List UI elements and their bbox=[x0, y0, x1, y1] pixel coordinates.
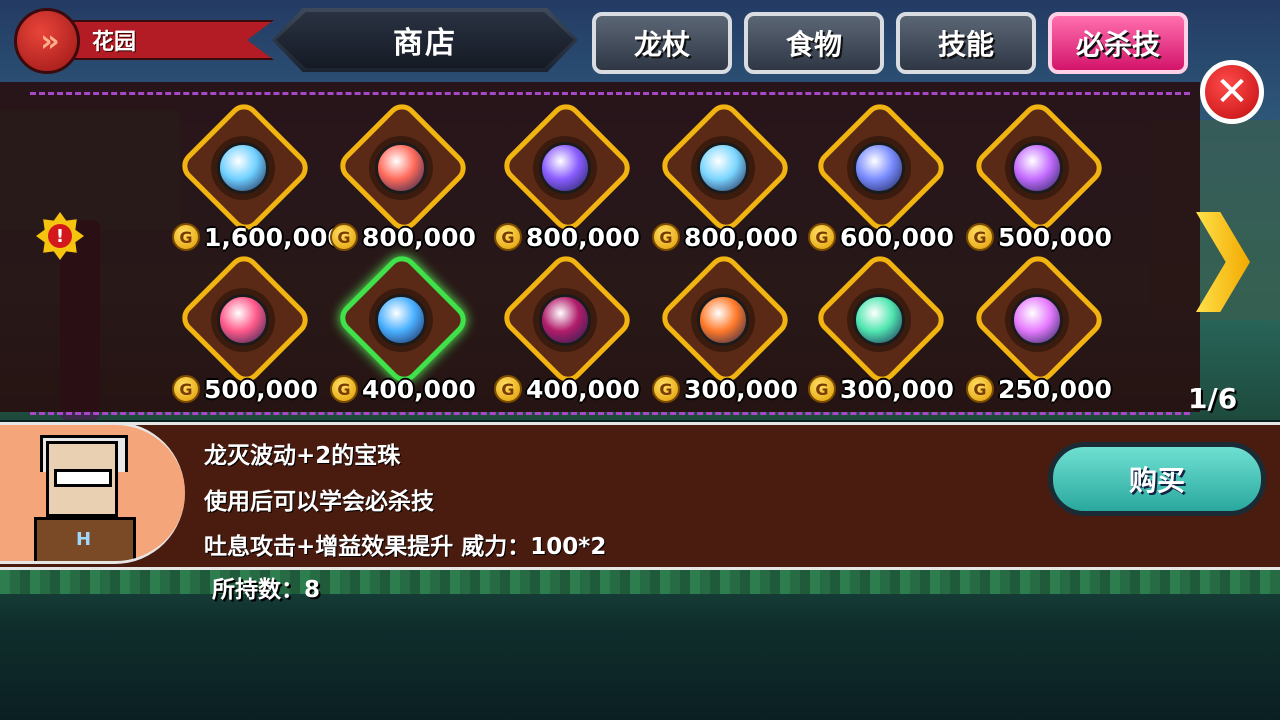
tab-food[interactable]: 食物 bbox=[744, 12, 884, 74]
shop-item[interactable]: G 300,000 bbox=[808, 249, 958, 414]
price-value: 600,000 bbox=[840, 222, 954, 252]
close-icon: ✕ bbox=[1215, 69, 1249, 115]
divider-top bbox=[30, 92, 1190, 95]
price-value: 400,000 bbox=[362, 374, 476, 404]
shop-item[interactable]: G 800,000 bbox=[330, 97, 480, 262]
vortex-orb-icon bbox=[853, 142, 905, 194]
shop-item[interactable]: G 800,000 bbox=[494, 97, 644, 262]
price-value: 800,000 bbox=[362, 222, 476, 252]
price-value: 500,000 bbox=[998, 222, 1112, 252]
item-price: G 800,000 bbox=[652, 220, 812, 254]
shop-item[interactable]: G 1,600,000 bbox=[172, 97, 345, 262]
item-price: G 600,000 bbox=[808, 220, 968, 254]
location-ribbon bbox=[50, 20, 274, 60]
gold-coin-icon: G bbox=[494, 223, 522, 251]
tab-skills[interactable]: 技能 bbox=[896, 12, 1036, 74]
item-power: 吐息攻击+增益效果提升 威力：100*2 bbox=[204, 534, 607, 560]
price-value: 250,000 bbox=[998, 374, 1112, 404]
fang-orb-icon bbox=[853, 294, 905, 346]
item-price: G 1,600,000 bbox=[172, 220, 345, 254]
shop-item[interactable]: G 250,000 bbox=[966, 249, 1116, 414]
z-orb-icon bbox=[1011, 142, 1063, 194]
close-button[interactable]: ✕ bbox=[1200, 60, 1264, 124]
item-price: G 300,000 bbox=[652, 372, 812, 406]
gold-coin-icon: G bbox=[494, 375, 522, 403]
npc-glasses bbox=[54, 469, 112, 487]
location-banner[interactable]: » 花园 bbox=[14, 6, 274, 74]
exclamation-icon: ! bbox=[48, 224, 72, 248]
shop-item[interactable]: G 500,000 bbox=[966, 97, 1116, 262]
gold-coin-icon: G bbox=[652, 223, 680, 251]
shop-item[interactable]: G 500,000 bbox=[172, 249, 322, 414]
item-price: G 500,000 bbox=[966, 220, 1126, 254]
price-value: 800,000 bbox=[684, 222, 798, 252]
price-value: 300,000 bbox=[840, 374, 954, 404]
location-label: 花园 bbox=[92, 30, 137, 55]
fang-pink-orb-icon bbox=[1011, 294, 1063, 346]
price-value: 400,000 bbox=[526, 374, 640, 404]
gold-coin-icon: G bbox=[966, 223, 994, 251]
shop-title: 商店 bbox=[272, 8, 578, 72]
gold-coin-icon: G bbox=[808, 223, 836, 251]
tab-special-moves[interactable]: 必杀技 bbox=[1048, 12, 1188, 74]
gold-coin-icon: G bbox=[172, 223, 200, 251]
item-name: 龙灭波动+2的宝珠 bbox=[204, 443, 401, 469]
item-price: G 800,000 bbox=[494, 220, 654, 254]
npc-portrait: H bbox=[0, 422, 185, 564]
shop-item[interactable]: G 300,000 bbox=[652, 249, 802, 414]
item-price: G 400,000 bbox=[330, 372, 490, 406]
gold-coin-icon: G bbox=[652, 375, 680, 403]
owned-count: 所持数：8 bbox=[212, 577, 321, 603]
tab-dragon-staff[interactable]: 龙杖 bbox=[592, 12, 732, 74]
item-price: G 400,000 bbox=[494, 372, 654, 406]
shop-item[interactable]: G 400,000 bbox=[330, 249, 480, 414]
gold-coin-icon: G bbox=[172, 375, 200, 403]
gold-coin-icon: G bbox=[330, 223, 358, 251]
page-indicator: 1/6 bbox=[1188, 382, 1238, 415]
item-price: G 300,000 bbox=[808, 372, 968, 406]
price-value: 1,600,000 bbox=[204, 222, 345, 252]
price-value: 300,000 bbox=[684, 374, 798, 404]
npc-badge: H bbox=[76, 529, 92, 550]
fire-orb-icon bbox=[697, 294, 749, 346]
wolf-orb-icon bbox=[375, 142, 427, 194]
item-effect: 使用后可以学会必杀技 bbox=[204, 489, 434, 515]
price-value: 800,000 bbox=[526, 222, 640, 252]
claw-orb-icon bbox=[539, 294, 591, 346]
shop-item[interactable]: G 600,000 bbox=[808, 97, 958, 262]
fast-forward-icon: » bbox=[14, 8, 80, 74]
spiral-orb-icon bbox=[697, 142, 749, 194]
gold-coin-icon: G bbox=[966, 375, 994, 403]
gold-coin-icon: G bbox=[330, 375, 358, 403]
item-price: G 800,000 bbox=[330, 220, 490, 254]
shop-item[interactable]: G 400,000 bbox=[494, 249, 644, 414]
item-price: G 500,000 bbox=[172, 372, 332, 406]
shop-item[interactable]: G 800,000 bbox=[652, 97, 802, 262]
swirl-orb-icon bbox=[539, 142, 591, 194]
breath-orb-icon bbox=[375, 294, 427, 346]
item-price: G 250,000 bbox=[966, 372, 1126, 406]
shop-title-label: 商店 bbox=[393, 26, 457, 61]
price-value: 500,000 bbox=[204, 374, 318, 404]
buy-button[interactable]: 购买 bbox=[1048, 442, 1266, 516]
rock-orb-icon bbox=[217, 294, 269, 346]
lightning-orb-icon bbox=[217, 142, 269, 194]
gold-coin-icon: G bbox=[808, 375, 836, 403]
